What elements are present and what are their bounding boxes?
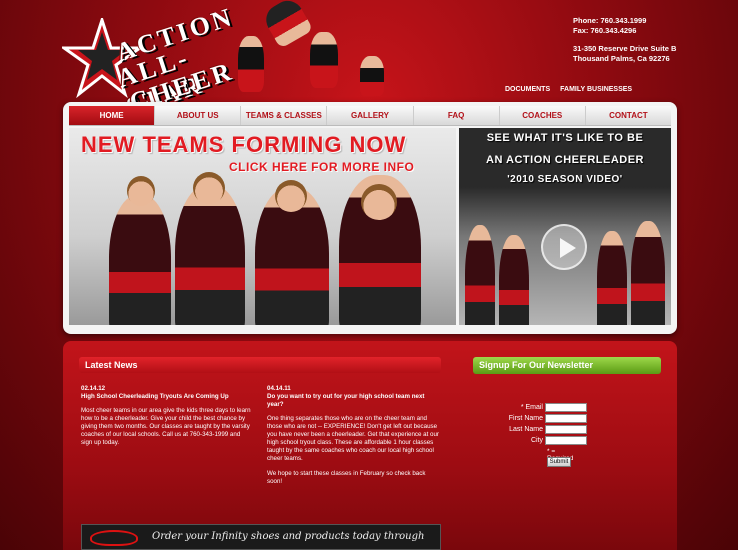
news-item: 04.14.11 Do you want to try out for your… bbox=[267, 385, 439, 493]
fax-number: Fax: 760.343.4296 bbox=[573, 26, 637, 35]
news-title[interactable]: Do you want to try out for your high sch… bbox=[267, 393, 439, 409]
cheer-mask-icon bbox=[90, 530, 138, 546]
video-title-line-1: SEE WHAT IT'S LIKE TO BE bbox=[486, 132, 644, 144]
first-name-label: First Name bbox=[508, 415, 543, 422]
banner-more-info-link[interactable]: CLICK HERE FOR MORE INFO bbox=[229, 160, 414, 174]
news-paragraph: Most cheer teams in our area give the ki… bbox=[81, 407, 251, 446]
newsletter-heading: Signup For Our Newsletter bbox=[473, 357, 661, 374]
submit-button[interactable]: Submit bbox=[547, 457, 571, 467]
address-line-2: Thousand Palms, Ca 92276 bbox=[573, 54, 670, 63]
nav-coaches[interactable]: COACHES bbox=[500, 106, 586, 125]
nav-teams-classes[interactable]: TEAMS & CLASSES bbox=[241, 106, 328, 125]
news-item: 02.14.12 High School Cheerleading Tryout… bbox=[81, 385, 253, 454]
family-businesses-link[interactable]: FAMILY BUSINESSES bbox=[560, 86, 632, 93]
phone-number: Phone: 760.343.1999 bbox=[573, 16, 647, 25]
latest-news-heading: Latest News bbox=[79, 357, 441, 373]
nav-gallery[interactable]: GALLERY bbox=[327, 106, 414, 125]
address-line-1: 31-350 Reserve Drive Suite B bbox=[573, 44, 677, 53]
nav-contact[interactable]: CONTACT bbox=[586, 106, 671, 125]
news-body: One thing separates those who are on the… bbox=[267, 415, 439, 486]
last-name-row: Last Name bbox=[493, 425, 587, 434]
city-field[interactable] bbox=[545, 436, 587, 445]
last-name-label: Last Name bbox=[509, 426, 543, 433]
news-body: Most cheer teams in our area give the ki… bbox=[81, 407, 253, 447]
news-paragraph: We hope to start these classes in Februa… bbox=[267, 470, 426, 485]
banner-headline: NEW TEAMS FORMING NOW bbox=[81, 132, 407, 157]
new-teams-banner[interactable]: NEW TEAMS FORMING NOW CLICK HERE FOR MOR… bbox=[69, 128, 456, 325]
header-cheerleader-photos bbox=[228, 0, 398, 98]
news-date: 02.14.12 bbox=[81, 385, 106, 392]
content-area: Latest News 02.14.12 High School Cheerle… bbox=[63, 341, 677, 550]
nav-home[interactable]: HOME bbox=[69, 106, 156, 125]
news-paragraph: One thing separates those who are on the… bbox=[267, 415, 439, 462]
season-video-thumbnail[interactable]: SEE WHAT IT'S LIKE TO BE AN ACTION CHEER… bbox=[459, 128, 671, 325]
news-title[interactable]: High School Cheerleading Tryouts Are Com… bbox=[81, 393, 253, 401]
infinity-shoes-promo[interactable]: Order your Infinity shoes and products t… bbox=[81, 524, 441, 550]
site-logo[interactable]: ACTION ALL-STAR CHEER bbox=[62, 2, 237, 122]
video-title-line-3: '2010 SEASON VIDEO' bbox=[507, 174, 623, 185]
contact-info: Phone: 760.343.1999 Fax: 760.343.4296 31… bbox=[573, 16, 676, 64]
first-name-field[interactable] bbox=[545, 414, 587, 423]
last-name-field[interactable] bbox=[545, 425, 587, 434]
email-field[interactable] bbox=[545, 403, 587, 412]
email-label: * Email bbox=[520, 404, 543, 411]
main-nav: HOME ABOUT US TEAMS & CLASSES GALLERY FA… bbox=[69, 106, 671, 126]
play-icon[interactable] bbox=[541, 224, 587, 270]
promo-text: Order your Infinity shoes and products t… bbox=[152, 531, 425, 542]
first-name-row: First Name bbox=[493, 414, 587, 423]
email-row: * Email bbox=[493, 403, 587, 412]
city-row: City bbox=[493, 436, 587, 445]
documents-link[interactable]: DOCUMENTS bbox=[505, 86, 550, 93]
news-date: 04.14.11 bbox=[267, 385, 291, 392]
video-title-line-2: AN ACTION CHEERLEADER bbox=[486, 154, 644, 166]
nav-faq[interactable]: FAQ bbox=[414, 106, 500, 125]
city-label: City bbox=[530, 437, 543, 444]
main-panel: HOME ABOUT US TEAMS & CLASSES GALLERY FA… bbox=[63, 102, 677, 334]
utility-links: DOCUMENTS FAMILY BUSINESSES bbox=[505, 86, 632, 93]
nav-about-us[interactable]: ABOUT US bbox=[155, 106, 242, 125]
